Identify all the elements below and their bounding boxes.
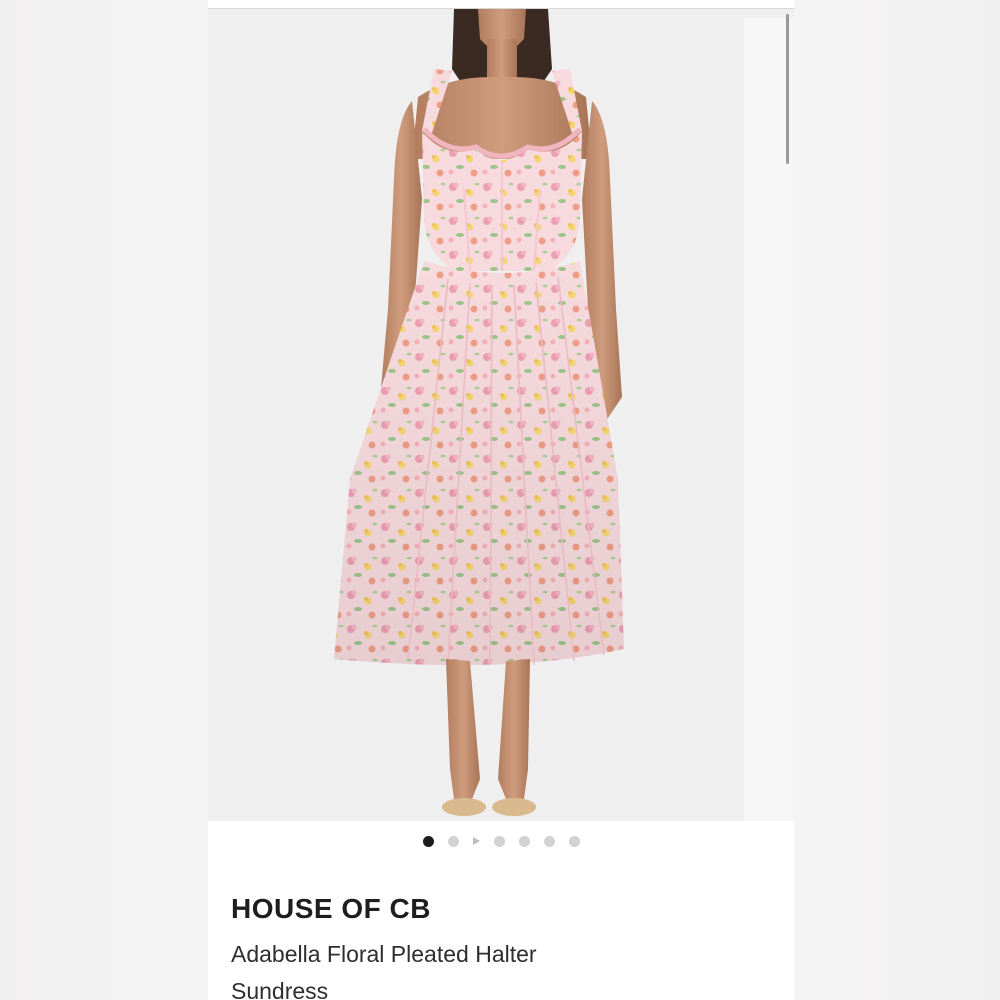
product-title: Adabella Floral Pleated Halter Sundress [231,941,537,1000]
gallery-dot-2[interactable] [447,835,459,847]
product-image[interactable] [208,9,794,821]
gallery-dot-6[interactable] [568,835,580,847]
video-play-icon[interactable] [472,837,480,845]
gallery-pagination [208,832,794,850]
product-card: HOUSE OF CB Adabella Floral Pleated Halt… [208,0,794,1000]
brand-name[interactable]: HOUSE OF CB [231,893,431,925]
gallery-dot-1[interactable] [422,835,434,847]
scrollbar[interactable] [786,14,789,164]
gallery-dot-5[interactable] [543,835,555,847]
gallery-dot-3[interactable] [493,835,505,847]
gallery-dot-4[interactable] [518,835,530,847]
model-dress-illustration [334,9,624,816]
